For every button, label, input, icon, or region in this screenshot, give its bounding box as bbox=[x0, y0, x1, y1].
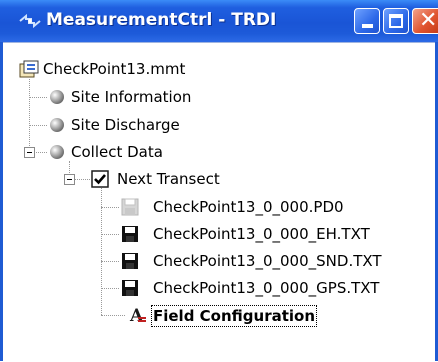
maximize-icon bbox=[389, 14, 403, 28]
title-bar[interactable]: MeasurementCtrl - TRDI ✕ bbox=[0, 0, 438, 42]
tree-view[interactable]: CheckPoint13.mmt Site Information Site D… bbox=[3, 42, 435, 362]
project-icon bbox=[19, 60, 39, 78]
field-configuration-label: Field Configuration bbox=[150, 305, 318, 327]
floppy-disabled-icon bbox=[121, 198, 139, 216]
tree-line bbox=[101, 315, 125, 316]
collapse-toggle[interactable] bbox=[64, 174, 75, 185]
checkbox-checked-icon[interactable] bbox=[91, 170, 109, 188]
config-A-icon: A bbox=[129, 306, 146, 324]
gray-sphere-icon bbox=[50, 118, 64, 132]
file-label: CheckPoint13_0_000_SND.TXT bbox=[153, 252, 382, 270]
floppy-icon bbox=[122, 280, 138, 296]
collapse-toggle[interactable] bbox=[24, 147, 35, 158]
tree-line bbox=[101, 288, 119, 289]
file-label: CheckPoint13_0_000_EH.TXT bbox=[153, 225, 370, 243]
minimize-button[interactable] bbox=[354, 8, 380, 34]
close-button[interactable]: ✕ bbox=[412, 8, 438, 34]
tree-line bbox=[29, 97, 47, 98]
file-label: CheckPoint13_0_000.PD0 bbox=[153, 198, 344, 216]
tree-line bbox=[34, 152, 47, 153]
tree-line bbox=[29, 79, 30, 152]
floppy-icon bbox=[122, 253, 138, 269]
tree-line bbox=[101, 207, 119, 208]
site-information-label: Site Information bbox=[71, 88, 192, 106]
close-icon: ✕ bbox=[419, 8, 438, 33]
root-label: CheckPoint13.mmt bbox=[43, 60, 186, 78]
tree-line bbox=[74, 179, 90, 180]
gray-sphere-icon bbox=[50, 90, 64, 104]
minus-icon bbox=[27, 152, 32, 153]
next-transect-label: Next Transect bbox=[117, 170, 220, 188]
minus-icon bbox=[67, 179, 72, 180]
collect-data-label: Collect Data bbox=[71, 143, 163, 161]
measurement-ctrl-window: MeasurementCtrl - TRDI ✕ CheckPoint13.mm… bbox=[0, 0, 438, 362]
file-label: CheckPoint13_0_000_GPS.TXT bbox=[153, 279, 380, 297]
maximize-button[interactable] bbox=[383, 8, 409, 34]
gray-sphere-icon bbox=[50, 145, 64, 159]
tree-line bbox=[101, 234, 119, 235]
app-icon bbox=[19, 13, 41, 29]
tree-line bbox=[29, 125, 47, 126]
floppy-icon bbox=[122, 226, 138, 242]
window-title: MeasurementCtrl - TRDI bbox=[46, 10, 277, 30]
site-discharge-label: Site Discharge bbox=[71, 116, 180, 134]
minimize-icon bbox=[362, 24, 373, 28]
tree-line bbox=[101, 261, 119, 262]
